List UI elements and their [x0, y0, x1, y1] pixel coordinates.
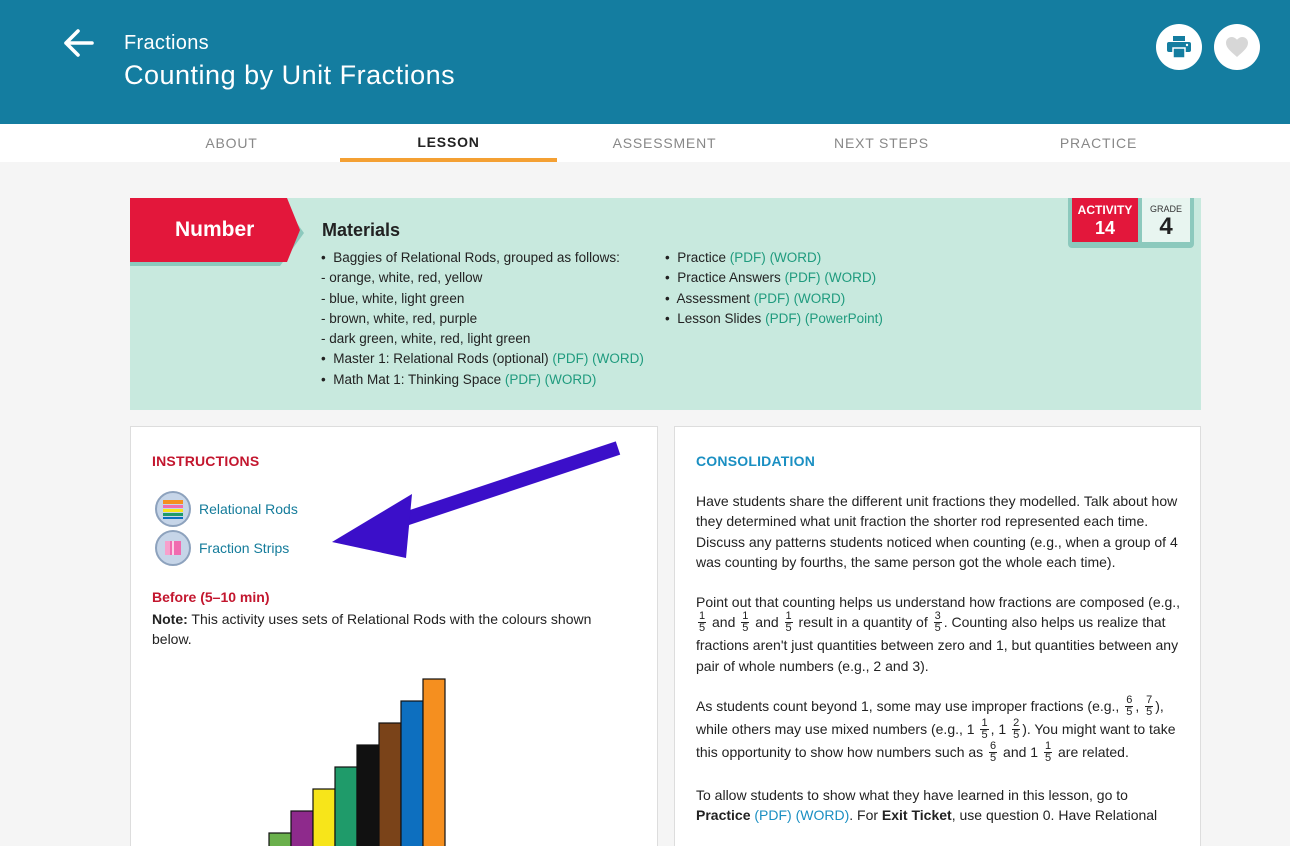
fraction: 75 [1145, 694, 1154, 719]
rod-bar [312, 788, 336, 846]
list-item: - dark green, white, red, light green [321, 331, 531, 347]
list-item: • Practice Answers (PDF) (WORD) [665, 270, 877, 286]
rod-bar [334, 766, 358, 846]
tab-assessment[interactable]: ASSESSMENT [556, 124, 773, 162]
grade-number: 4 [1159, 213, 1173, 240]
lesson-category: Fractions [124, 32, 209, 54]
list-item: • Master 1: Relational Rods (optional) (… [321, 351, 644, 367]
tab-lesson[interactable]: LESSON [340, 124, 557, 162]
tab-next-steps[interactable]: NEXT STEPS [773, 124, 990, 162]
print-button[interactable] [1156, 24, 1202, 70]
heart-icon [1226, 37, 1248, 57]
tab-about[interactable]: ABOUT [123, 124, 340, 162]
word-link[interactable]: (WORD) [824, 270, 876, 285]
list-item: - blue, white, light green [321, 290, 465, 306]
list-item: - brown, white, red, purple [321, 310, 478, 326]
list-item: • Assessment (PDF) (WORD) [665, 290, 846, 306]
pdf-link[interactable]: (PDF) [765, 311, 801, 326]
rod-bar [356, 744, 380, 846]
list-item: • Baggies of Relational Rods, grouped as… [321, 250, 620, 265]
word-link[interactable]: (WORD) [796, 807, 850, 823]
fraction: 25 [1012, 717, 1021, 742]
consolidation-card: CONSOLIDATION Have students share the di… [674, 426, 1201, 846]
rod-bar [378, 722, 402, 846]
pdf-link[interactable]: (PDF) [754, 807, 791, 823]
rod-bar [290, 810, 314, 846]
annotation-arrow-icon [332, 441, 621, 558]
back-button[interactable] [62, 28, 96, 58]
word-link[interactable]: (WORD) [794, 291, 846, 306]
fraction: 65 [1125, 694, 1134, 719]
word-link[interactable]: (WORD) [592, 351, 644, 366]
pdf-link[interactable]: (PDF) [730, 250, 766, 265]
consolidation-paragraph: As students count beyond 1, some may use… [696, 694, 1176, 765]
list-item: • Lesson Slides (PDF) (PowerPoint) [665, 310, 883, 326]
printer-icon [1167, 36, 1191, 58]
activity-badge: ACTIVITY 14 [1072, 198, 1138, 242]
powerpoint-link[interactable]: (PowerPoint) [805, 311, 883, 326]
materials-heading: Materials [322, 220, 401, 240]
tab-practice[interactable]: PRACTICE [990, 124, 1207, 162]
materials-list-right: • Practice (PDF) (WORD) • Practice Answe… [665, 248, 883, 329]
activity-label: ACTIVITY [1077, 203, 1133, 217]
materials-list-left: • Baggies of Relational Rods, grouped as… [321, 248, 644, 390]
tab-bar: ABOUT LESSON ASSESSMENT NEXT STEPS PRACT… [0, 124, 1290, 162]
pdf-link[interactable]: (PDF) [552, 351, 588, 366]
list-item: • Math Mat 1: Thinking Space (PDF) (WORD… [321, 371, 597, 387]
pdf-link[interactable]: (PDF) [785, 270, 821, 285]
arrow-left-icon [64, 29, 94, 57]
consolidation-text: Have students share the different unit f… [696, 491, 1182, 846]
fraction: 65 [989, 740, 998, 765]
pdf-link[interactable]: (PDF) [505, 372, 541, 387]
list-item: • Practice (PDF) (WORD) [665, 250, 822, 265]
consolidation-paragraph: To allow students to show what they have… [696, 787, 1158, 824]
app-header: Fractions Counting by Unit Fractions [0, 0, 1290, 124]
word-link[interactable]: (WORD) [545, 372, 597, 387]
grade-badge: GRADE 4 [1142, 198, 1190, 242]
strand-ribbon: Number [130, 198, 300, 262]
favorite-button[interactable] [1214, 24, 1260, 70]
list-item: - orange, white, red, yellow [321, 270, 483, 286]
rod-bar [400, 700, 424, 846]
fraction: 15 [741, 610, 750, 635]
pdf-link[interactable]: (PDF) [754, 291, 790, 306]
fraction: 35 [933, 610, 942, 635]
fraction: 15 [698, 610, 707, 635]
materials-panel: Number Materials • Baggies of Relational… [130, 198, 1201, 410]
rod-bar [268, 832, 292, 846]
word-link[interactable]: (WORD) [770, 250, 822, 265]
fraction: 15 [1044, 740, 1053, 765]
fraction: 15 [980, 717, 989, 742]
consolidation-heading: CONSOLIDATION [696, 453, 816, 469]
rod-bar [422, 678, 446, 846]
page-title: Counting by Unit Fractions [124, 60, 456, 90]
consolidation-paragraph: Point out that counting helps us underst… [696, 594, 1181, 674]
consolidation-paragraph: Have students share the different unit f… [696, 493, 1178, 570]
fraction: 15 [784, 610, 793, 635]
activity-number: 14 [1094, 218, 1116, 238]
